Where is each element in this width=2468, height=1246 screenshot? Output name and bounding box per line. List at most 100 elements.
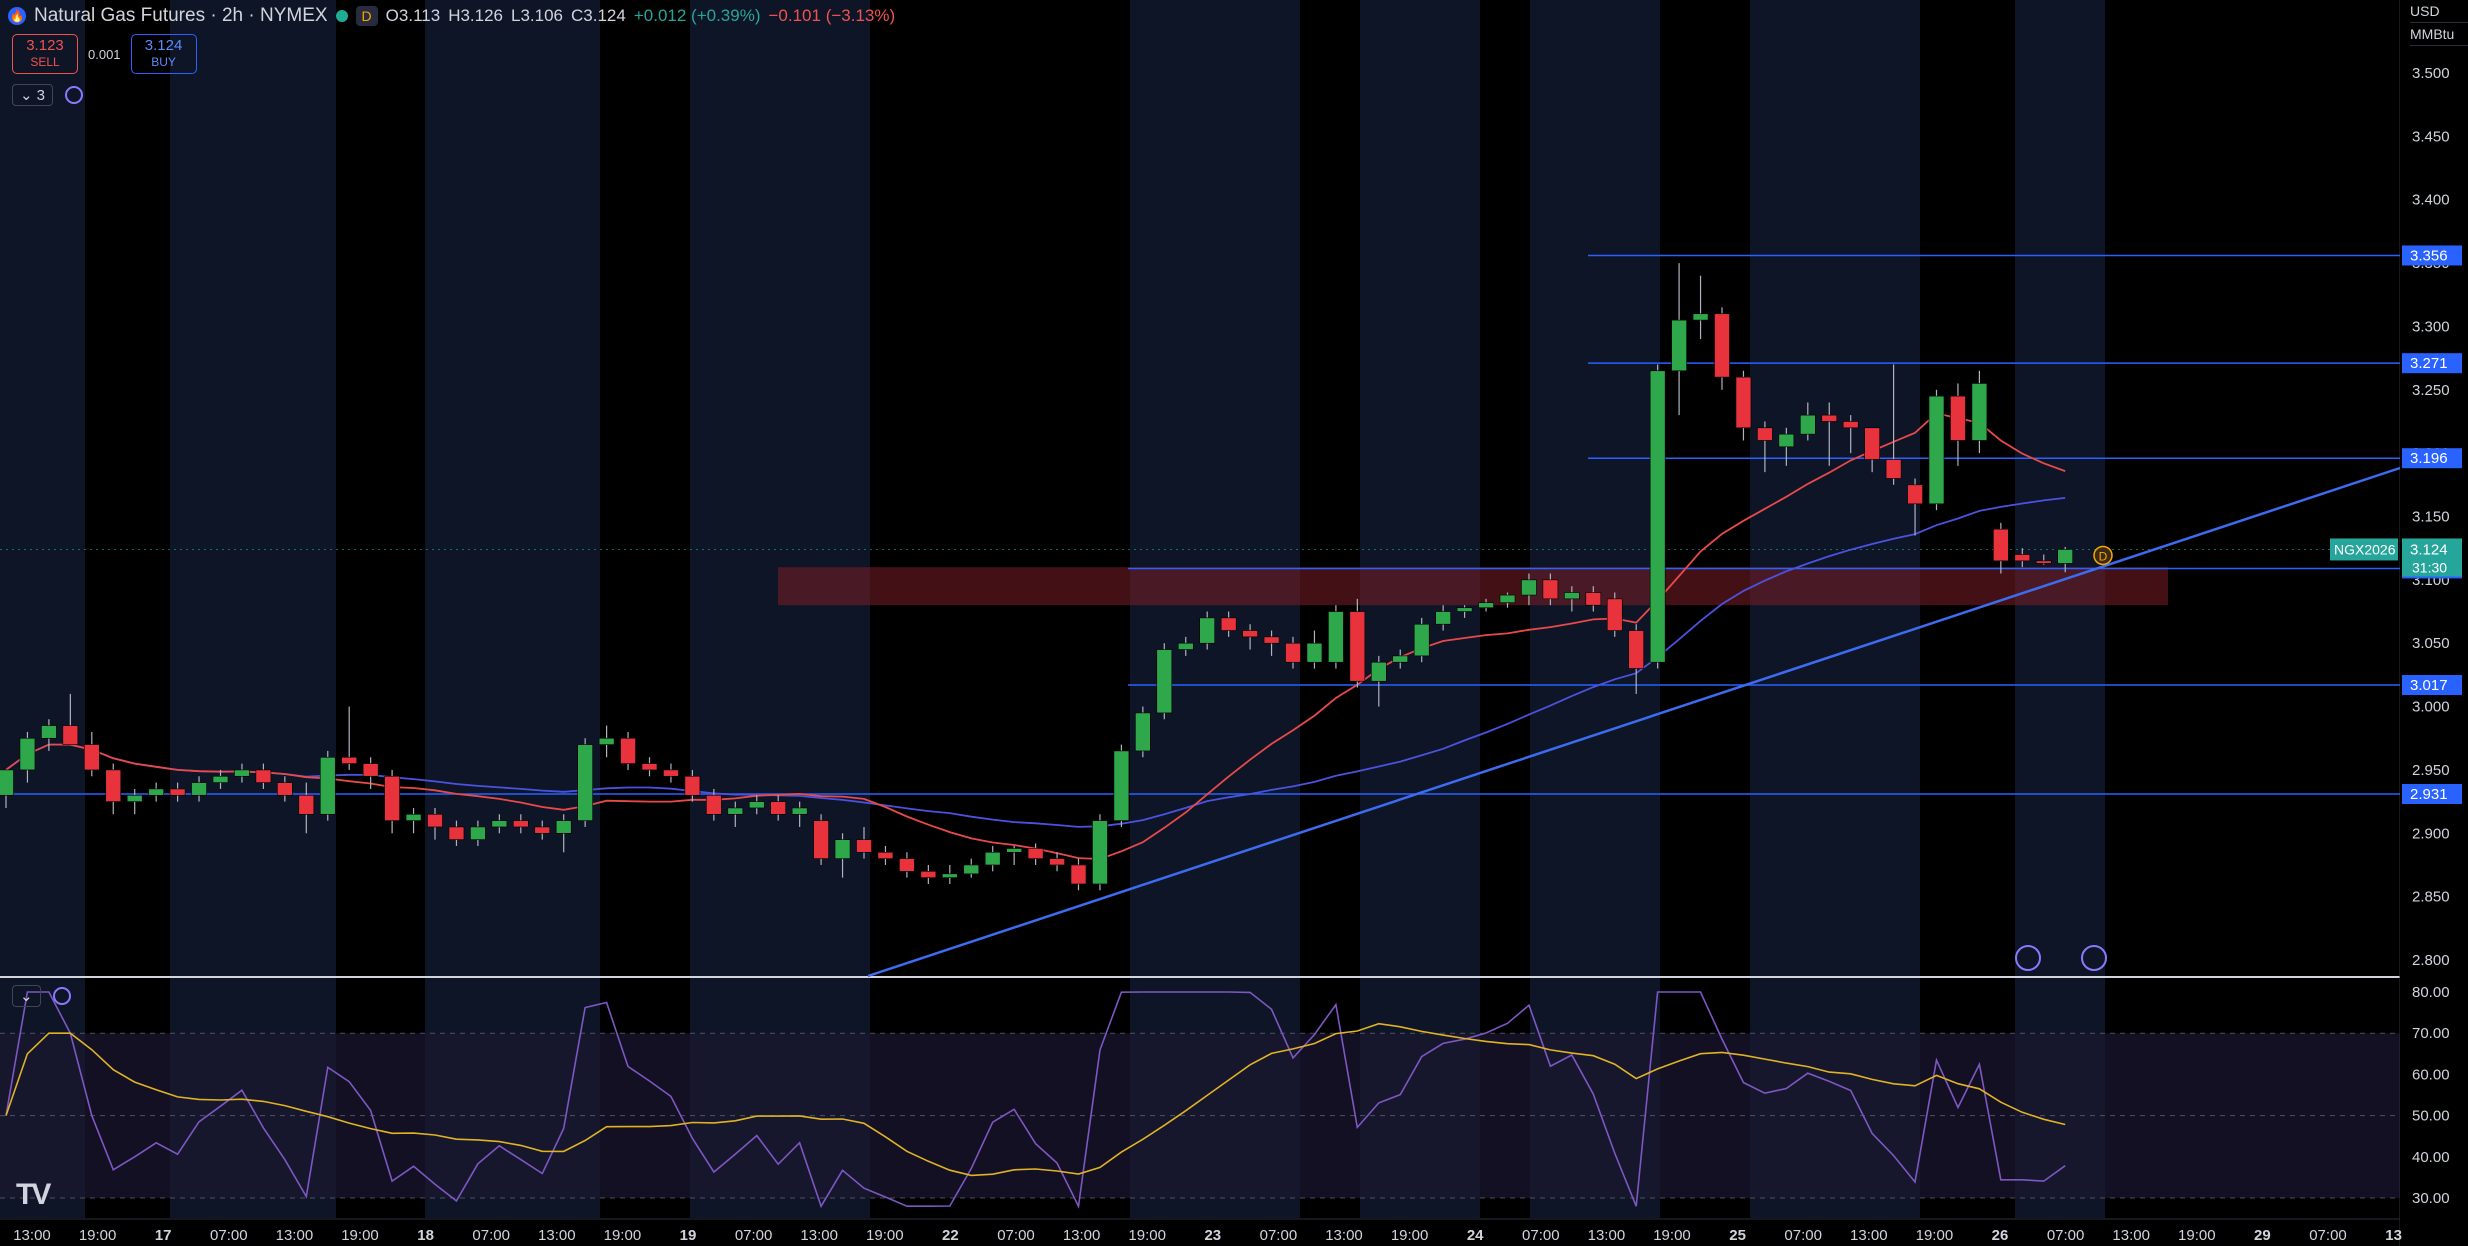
candle-body: [641, 763, 658, 771]
candle-body: [1885, 459, 1902, 479]
candle-body: [727, 807, 744, 815]
candle-body: [298, 794, 315, 815]
candle-body: [877, 851, 894, 859]
sell-button[interactable]: 3.123 SELL: [12, 34, 78, 74]
level-price-label: 2.931: [2410, 786, 2448, 803]
session-badge: D: [355, 6, 378, 26]
time-axis-time-label: 19:00: [1916, 1227, 1954, 1244]
time-axis-time-label: 07:00: [1260, 1227, 1298, 1244]
sell-price: 3.123: [26, 37, 64, 54]
candle-body: [427, 813, 443, 828]
time-axis-time-label: 13:00: [1588, 1227, 1626, 1244]
sync-icon[interactable]: [52, 987, 71, 1005]
candle-body: [791, 807, 808, 815]
time-axis-time-label: 13:00: [1063, 1227, 1101, 1244]
candle-body: [1263, 636, 1280, 644]
candle-body: [512, 820, 529, 828]
price-tick-label: 3.500: [2412, 65, 2450, 82]
tradingview-logo-icon[interactable]: TV: [16, 1178, 51, 1212]
candle-body: [1371, 661, 1387, 682]
candle-body: [448, 826, 465, 840]
candle-body: [1220, 617, 1237, 631]
currency-label[interactable]: USD: [2410, 0, 2468, 23]
symbol-title[interactable]: Natural Gas Futures · 2h · NYMEX: [34, 5, 328, 27]
time-axis-day-label: 24: [1467, 1227, 1484, 1244]
candle-body: [1542, 579, 1559, 600]
price-change: +0.012 (+0.39%): [633, 6, 761, 25]
price-tick-label: 3.250: [2412, 382, 2450, 399]
chevron-down-icon: ⌄: [20, 988, 33, 1005]
time-axis-time-label: 19:00: [79, 1227, 117, 1244]
candle-body: [1993, 528, 2009, 562]
candle-body: [1585, 592, 1602, 606]
buy-label: BUY: [151, 55, 176, 69]
candle-body: [1649, 370, 1666, 663]
candle-body: [2057, 549, 2073, 564]
candle-body: [1671, 319, 1687, 372]
sync-icon[interactable]: [64, 86, 83, 104]
candle-body: [834, 839, 851, 859]
candle-body: [1435, 611, 1451, 625]
time-axis[interactable]: 13:00 19:00 17 07:00 13:00 19:00 18 07:00 13:00 1…: [13, 1227, 2402, 1244]
rsi-tick-label: 80.00: [2412, 984, 2450, 1001]
unit-label[interactable]: MMBtu: [2410, 23, 2468, 46]
market-status-icon: [335, 10, 348, 22]
candle-body: [212, 775, 229, 783]
candle-body: [1950, 395, 1966, 441]
candle-body: [1177, 642, 1194, 650]
candle-body: [255, 769, 272, 783]
time-axis-time-label: 19:00: [1653, 1227, 1691, 1244]
demand-zone[interactable]: [778, 567, 2168, 606]
candle-body: [319, 756, 336, 815]
candle-body: [770, 801, 787, 815]
candle-body: [941, 873, 958, 878]
candle-body: [1478, 602, 1494, 609]
countdown-label: 31:30: [2412, 559, 2447, 575]
candle-body: [663, 769, 679, 777]
natural-gas-flame-icon: 🔥: [8, 7, 26, 25]
price-change-alt: −0.101 (−3.13%): [768, 6, 896, 25]
candle-body: [1606, 598, 1623, 631]
time-axis-day-label: 19: [680, 1227, 697, 1244]
candle-body: [148, 788, 164, 796]
candle-body: [577, 744, 593, 821]
time-axis-day-label: 26: [1992, 1227, 2009, 1244]
collapse-rsi-button[interactable]: ⌄: [12, 985, 41, 1007]
candle-body: [384, 775, 400, 821]
rsi-tick-label: 40.00: [2412, 1149, 2450, 1166]
time-axis-time-label: 13:00: [1850, 1227, 1888, 1244]
buy-button[interactable]: 3.124 BUY: [130, 34, 197, 74]
candle-body: [491, 820, 508, 828]
candle-body: [684, 775, 701, 796]
collapse-indicators-button[interactable]: ⌄ 3: [12, 84, 53, 106]
time-axis-time-label: 07:00: [735, 1227, 773, 1244]
time-axis-time-label: 19:00: [866, 1227, 904, 1244]
trading-chart[interactable]: 3.5003.4503.4003.3503.3003.2503.2003.150…: [0, 0, 2468, 1246]
price-tick-label: 3.000: [2412, 699, 2450, 716]
candle-body: [1092, 820, 1108, 885]
time-axis-time-label: 13:00: [2112, 1227, 2150, 1244]
rsi-tick-label: 60.00: [2412, 1066, 2450, 1083]
candle-body: [169, 788, 186, 796]
time-axis-day-label: 29: [2254, 1227, 2271, 1244]
candle-body: [1778, 433, 1795, 448]
time-axis-time-label: 19:00: [2178, 1227, 2216, 1244]
candle-body: [341, 756, 358, 764]
candle-body: [470, 826, 486, 840]
candle-body: [126, 794, 143, 802]
level-price-label: 3.356: [2410, 247, 2448, 264]
price-axis-bg: [2400, 0, 2468, 1246]
candle-body: [856, 839, 872, 853]
candle-body: [234, 769, 250, 777]
axis-unit-selector[interactable]: USD MMBtu: [2404, 0, 2468, 46]
symbol-header: 🔥 Natural Gas Futures · 2h · NYMEX D O3.…: [8, 2, 895, 30]
time-axis-day-label: 18: [417, 1227, 434, 1244]
candle-body: [84, 744, 100, 771]
candle-body: [620, 737, 636, 764]
candle-body: [1156, 649, 1173, 714]
candle-body: [405, 813, 422, 821]
candle-body: [984, 851, 1001, 866]
candle-body: [963, 864, 980, 875]
price-tick-label: 3.450: [2412, 128, 2450, 145]
candle-body: [1821, 414, 1838, 422]
